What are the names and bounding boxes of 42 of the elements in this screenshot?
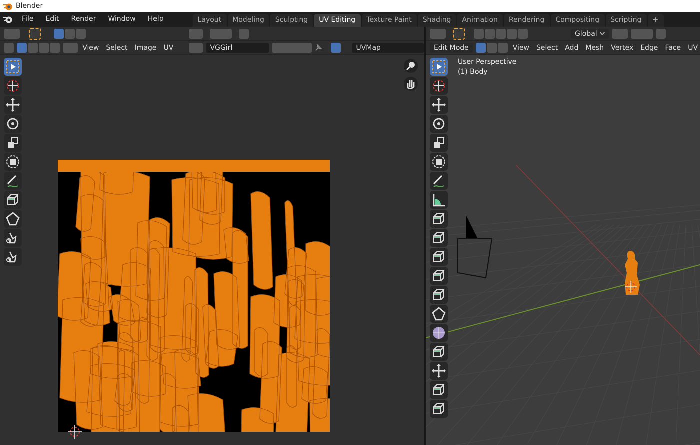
cursor-tool-icon[interactable] bbox=[4, 77, 22, 95]
select-tool-icon[interactable] bbox=[4, 58, 22, 76]
cube-tool-icon[interactable] bbox=[430, 400, 448, 418]
transform-tool-icon[interactable] bbox=[430, 153, 448, 171]
polygon-tool-icon[interactable] bbox=[430, 305, 448, 323]
caret-icon bbox=[600, 32, 606, 35]
pin-icon[interactable] bbox=[314, 44, 322, 52]
hand-icon[interactable] bbox=[404, 77, 418, 91]
cube-tool-icon[interactable] bbox=[430, 267, 448, 285]
cube-tool-icon[interactable] bbox=[430, 210, 448, 228]
cursor-icon bbox=[68, 425, 82, 439]
cube-tool-icon[interactable] bbox=[430, 381, 448, 399]
select-tool-icon[interactable] bbox=[430, 58, 448, 76]
move-tool-icon[interactable] bbox=[430, 96, 448, 114]
zoom-icon[interactable] bbox=[404, 59, 418, 73]
select-tool-button[interactable] bbox=[29, 28, 41, 40]
uv-map-button[interactable] bbox=[331, 42, 342, 52]
polygon-tool-icon[interactable] bbox=[4, 210, 22, 228]
cube-tool-icon[interactable] bbox=[430, 229, 448, 247]
cube-tool-icon[interactable] bbox=[430, 248, 448, 266]
select-mode-button[interactable] bbox=[54, 28, 64, 38]
select-tool-button[interactable] bbox=[453, 28, 465, 40]
mesh-select-mode-button[interactable] bbox=[476, 42, 486, 52]
cursor-icon bbox=[625, 281, 637, 293]
annotate-tool-icon[interactable] bbox=[4, 172, 22, 190]
cursor-tool-icon[interactable] bbox=[430, 77, 448, 95]
cube-tool-icon[interactable] bbox=[430, 343, 448, 361]
scale-tool-icon[interactable] bbox=[430, 134, 448, 152]
measure-tool-icon[interactable] bbox=[430, 191, 448, 209]
uv-select-mode-button[interactable] bbox=[17, 42, 27, 52]
move-tool-icon[interactable] bbox=[430, 362, 448, 380]
move-tool-icon[interactable] bbox=[4, 96, 22, 114]
cube-tool-icon[interactable] bbox=[4, 191, 22, 209]
app-logo-icon[interactable] bbox=[3, 15, 13, 24]
rotate-tool-icon[interactable] bbox=[4, 115, 22, 133]
app-logo-icon bbox=[3, 2, 13, 10]
cube-tool-icon[interactable] bbox=[430, 286, 448, 304]
transform-tool-icon[interactable] bbox=[4, 153, 22, 171]
sphere-tool-icon[interactable] bbox=[430, 324, 448, 342]
scale-tool-icon[interactable] bbox=[4, 134, 22, 152]
annotate-tool-icon[interactable] bbox=[430, 172, 448, 190]
rotate-tool-icon[interactable] bbox=[430, 115, 448, 133]
